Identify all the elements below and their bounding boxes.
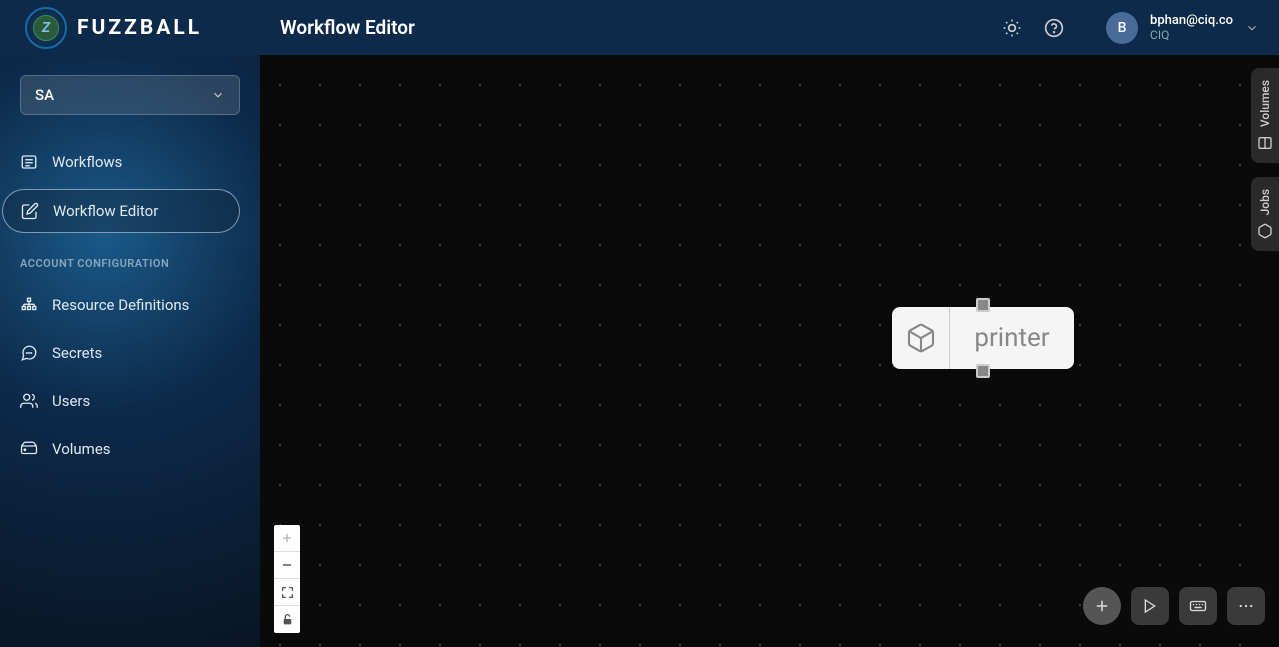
node-output-port[interactable] (976, 364, 990, 378)
zoom-out-button[interactable] (274, 552, 300, 579)
user-email: bphan@ciq.co (1150, 13, 1233, 29)
lock-button[interactable] (274, 606, 300, 633)
sidebar-item-users[interactable]: Users (10, 380, 240, 422)
zoom-controls (274, 525, 300, 633)
workflow-canvas[interactable]: printer (260, 55, 1279, 647)
logo-icon: Z (25, 7, 67, 49)
user-info: bphan@ciq.co CIQ (1150, 13, 1233, 43)
page-title: Workflow Editor (260, 16, 415, 39)
sidebar-item-workflow-editor[interactable]: Workflow Editor (2, 189, 240, 233)
org-selector-label: SA (35, 86, 54, 104)
volumes-tab-label: Volumes (1258, 80, 1272, 127)
cube-icon (1257, 223, 1273, 239)
sidebar-item-secrets[interactable]: Secrets (10, 332, 240, 374)
sidebar-item-workflows[interactable]: Workflows (10, 141, 240, 183)
user-company: CIQ (1150, 28, 1233, 42)
workflow-node[interactable]: printer (892, 307, 1074, 369)
theme-toggle-icon[interactable] (1002, 18, 1022, 38)
logo-area: Z FUZZBALL (0, 7, 260, 49)
add-node-button[interactable] (1083, 587, 1121, 625)
volumes-panel-tab[interactable]: Volumes (1251, 68, 1279, 163)
node-label: printer (950, 323, 1074, 353)
chevron-down-icon (1245, 21, 1259, 35)
sidebar: SA Workflows (0, 55, 260, 647)
zoom-in-button[interactable] (274, 525, 300, 552)
avatar: B (1106, 12, 1138, 44)
app-header: Z FUZZBALL Workflow Editor B bphan@ciq.c… (0, 0, 1279, 55)
chevron-down-icon (211, 88, 225, 102)
help-icon[interactable] (1044, 18, 1064, 38)
sidebar-item-resource-definitions[interactable]: Resource Definitions (10, 284, 240, 326)
run-button[interactable] (1131, 587, 1169, 625)
sidebar-item-label: Users (52, 392, 90, 410)
node-input-port[interactable] (976, 298, 990, 312)
org-selector[interactable]: SA (20, 75, 240, 115)
secrets-icon (20, 344, 38, 362)
fit-view-button[interactable] (274, 579, 300, 606)
sidebar-section-header: ACCOUNT CONFIGURATION (20, 257, 240, 270)
resources-icon (20, 296, 38, 314)
workflows-icon (20, 153, 38, 171)
more-button[interactable] (1227, 587, 1265, 625)
editor-icon (21, 202, 39, 220)
jobs-panel-tab[interactable]: Jobs (1251, 177, 1279, 251)
sidebar-item-label: Volumes (52, 440, 111, 458)
keyboard-button[interactable] (1179, 587, 1217, 625)
canvas-action-buttons (1083, 587, 1265, 625)
node-type-icon (892, 307, 950, 369)
drive-icon (1257, 135, 1273, 151)
jobs-tab-label: Jobs (1258, 189, 1272, 215)
logo-text: FUZZBALL (77, 16, 202, 40)
sidebar-item-label: Workflow Editor (53, 202, 158, 220)
sidebar-item-label: Workflows (52, 153, 122, 171)
sidebar-item-label: Resource Definitions (52, 296, 189, 314)
users-icon (20, 392, 38, 410)
sidebar-item-volumes[interactable]: Volumes (10, 428, 240, 470)
header-icons: B bphan@ciq.co CIQ (1002, 12, 1259, 44)
user-menu[interactable]: B bphan@ciq.co CIQ (1106, 12, 1259, 44)
volumes-icon (20, 440, 38, 458)
sidebar-item-label: Secrets (52, 344, 102, 362)
